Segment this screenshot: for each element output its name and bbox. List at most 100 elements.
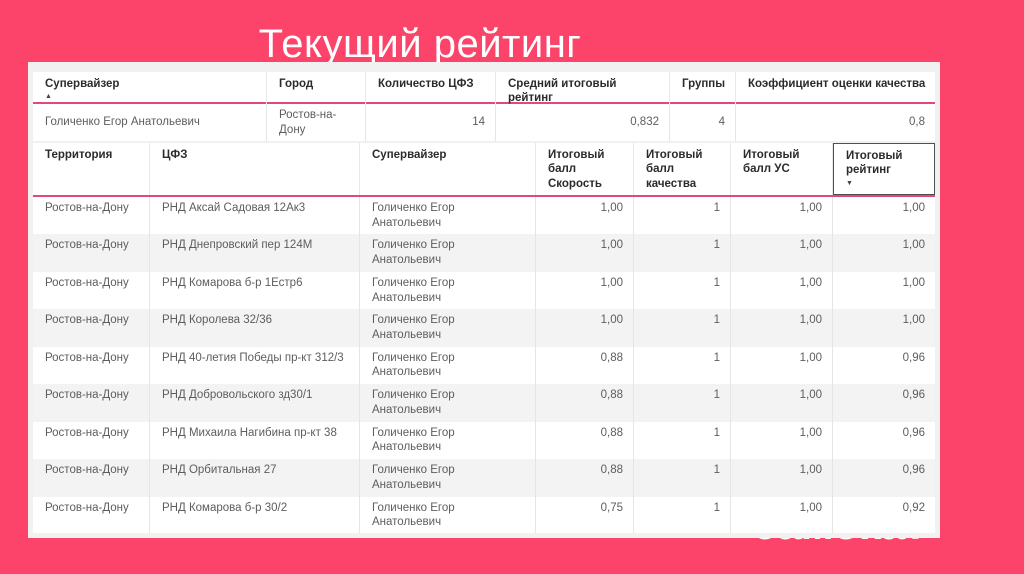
column-header-city[interactable]: Город xyxy=(267,72,366,109)
cell-supervisor: Голиченко Егор Анатольевич xyxy=(360,384,536,422)
column-header-quality_coeff[interactable]: Коэффициент оценки качества xyxy=(736,72,935,109)
cell-score_quality: 1 xyxy=(634,309,731,347)
table-row[interactable]: Ростов-на-Дону РНД Комарова б-р 30/2 Голич… xyxy=(33,496,935,533)
column-header-label: Итоговый балл качества xyxy=(646,149,703,190)
table-row[interactable]: Ростов-на-Дону РНД Михаила Нагибина пр-кт… xyxy=(33,421,935,460)
column-header-cfz[interactable]: ЦФЗ xyxy=(150,143,360,195)
cell-territory: Ростов-на-Дону xyxy=(33,197,150,235)
report-panel: Супервайзер ▲ Город Количество ЦФЗ Средний и… xyxy=(28,62,940,538)
cell-total_rating: 1,00 xyxy=(902,276,925,289)
cell-cfz: РНД Орбитальная 27 xyxy=(150,459,360,497)
table-row[interactable]: Ростов-на-Дону РНД Комарова б-р 1Естр6 Гол… xyxy=(33,271,935,310)
column-header-label: Супервайзер xyxy=(45,78,120,90)
table-row[interactable]: Ростов-на-Дону РНД Днепровский пер 124М Го… xyxy=(33,234,935,272)
cell-territory: Ростов-на-Дону xyxy=(33,496,150,533)
column-header-label: Город xyxy=(279,78,314,90)
cell-score_quality: 1 xyxy=(634,496,731,533)
cell-score_speed: 0,88 xyxy=(536,384,634,422)
cell-city: Ростов-на-Дону xyxy=(267,104,366,142)
cell-score_quality: 1 xyxy=(634,459,731,497)
cell-supervisor: Голиченко Егор Анатольевич xyxy=(360,459,536,497)
cell-score_quality: 1 xyxy=(634,421,731,460)
column-header-supervisor[interactable]: Супервайзер ▲ xyxy=(33,72,267,109)
table-row[interactable]: Ростов-на-Дону РНД 40-летия Победы пр-кт … xyxy=(33,346,935,385)
cell-score_speed: 0,88 xyxy=(536,459,634,497)
cell-avg_total_rating: 0,832 xyxy=(496,104,670,142)
table-row[interactable]: Ростов-на-Дону РНД Королева 32/36 Голиченк… xyxy=(33,309,935,347)
column-header-total_rating[interactable]: Итоговый рейтинг ▼ xyxy=(833,143,935,195)
cell-territory: Ростов-на-Дону xyxy=(33,346,150,385)
cell-total_rating: 1,00 xyxy=(902,202,925,214)
cell-territory: Ростов-на-Дону xyxy=(33,234,150,272)
cell-supervisor: Голиченко Егор Анатольевич xyxy=(33,104,267,142)
cell-cfz: РНД Днепровский пер 124М xyxy=(150,234,360,272)
cell-cfz: РНД Михаила Нагибина пр-кт 38 xyxy=(150,421,360,460)
summary-table-body: Голиченко Егор Анатольевич Ростов-на-Дону… xyxy=(33,104,935,142)
cell-territory: Ростов-на-Дону xyxy=(33,384,150,422)
page-title: Текущий рейтинг xyxy=(258,22,582,66)
detail-table-header: Территория ЦФЗ Супервайзер Итоговый балл Ск… xyxy=(33,143,935,197)
column-header-label: Итоговый балл УС xyxy=(743,149,800,176)
cell-score_quality: 1 xyxy=(634,197,731,235)
cell-score_us: 1,00 xyxy=(731,309,833,347)
cell-total_rating: 0,92 xyxy=(902,501,925,514)
cell-territory: Ростов-на-Дону xyxy=(33,421,150,460)
cell-supervisor: Голиченко Егор Анатольевич xyxy=(360,346,536,385)
cell-supervisor: Голиченко Егор Анатольевич xyxy=(360,421,536,460)
cell-score_quality: 1 xyxy=(634,234,731,272)
column-header-score_quality[interactable]: Итоговый балл качества xyxy=(634,143,731,195)
cell-total_rating: 1,00 xyxy=(902,314,925,327)
cell-total_rating: 0,96 xyxy=(902,426,925,439)
cell-total_rating: 0,96 xyxy=(902,464,925,477)
cell-territory: Ростов-на-Дону xyxy=(33,309,150,347)
cell-groups: 4 xyxy=(670,104,736,142)
column-header-label: Средний итоговый рейтинг xyxy=(508,78,617,105)
column-header-groups[interactable]: Группы xyxy=(670,72,736,109)
table-row[interactable]: Ростов-на-Дону РНД Аксай Садовая 12Ак3 Гол… xyxy=(33,197,935,235)
table-row[interactable]: Ростов-на-Дону РНД Добровольского зд30/1 Г… xyxy=(33,384,935,422)
cell-score_quality: 1 xyxy=(634,346,731,385)
cell-territory: Ростов-на-Дону xyxy=(33,459,150,497)
cell-score_quality: 1 xyxy=(634,271,731,310)
cell-total_rating: 0,96 xyxy=(902,351,925,364)
cell-cfz: РНД Королева 32/36 xyxy=(150,309,360,347)
table-row[interactable]: Ростов-на-Дону РНД Орбитальная 27 Голиченк… xyxy=(33,459,935,497)
column-header-label: Супервайзер xyxy=(372,149,447,161)
detail-table: Территория ЦФЗ Супервайзер Итоговый балл Ск… xyxy=(33,143,935,533)
column-header-label: Итоговый рейтинг xyxy=(846,150,903,177)
cell-cfz: РНД Аксай Садовая 12Ак3 xyxy=(150,197,360,235)
cell-score_speed: 0,88 xyxy=(536,346,634,385)
header-row: Супервайзер ▲ Город Количество ЦФЗ Средний и… xyxy=(33,72,935,109)
cell-quality_coeff: 0,8 xyxy=(909,116,925,129)
cell-score_us: 1,00 xyxy=(731,459,833,497)
table-row[interactable]: Голиченко Егор Анатольевич Ростов-на-Дону… xyxy=(33,104,935,142)
cell-supervisor: Голиченко Егор Анатольевич xyxy=(360,234,536,272)
cell-score_speed: 0,88 xyxy=(536,421,634,460)
column-header-score_speed[interactable]: Итоговый балл Скорость xyxy=(536,143,634,195)
cell-cfz: РНД 40-летия Победы пр-кт 312/3 xyxy=(150,346,360,385)
cell-score_speed: 0,75 xyxy=(536,496,634,533)
sort-asc-icon: ▲ xyxy=(45,93,52,101)
summary-table: Супервайзер ▲ Город Количество ЦФЗ Средний и… xyxy=(33,72,935,142)
summary-table-header: Супервайзер ▲ Город Количество ЦФЗ Средний и… xyxy=(33,72,935,109)
column-header-label: Количество ЦФЗ xyxy=(378,78,474,90)
cell-total_rating: 1,00 xyxy=(902,239,925,252)
cell-supervisor: Голиченко Егор Анатольевич xyxy=(360,197,536,235)
cell-score_us: 1,00 xyxy=(731,234,833,272)
cell-score_quality: 1 xyxy=(634,384,731,422)
column-header-avg_total_rating[interactable]: Средний итоговый рейтинг xyxy=(496,72,670,109)
cell-score_speed: 1,00 xyxy=(536,234,634,272)
cell-cfz: РНД Комарова б-р 1Естр6 xyxy=(150,271,360,310)
cell-score_us: 1,00 xyxy=(731,384,833,422)
column-header-label: ЦФЗ xyxy=(162,149,188,161)
cell-cfz: РНД Добровольского зд30/1 xyxy=(150,384,360,422)
column-header-label: Территория xyxy=(45,149,113,161)
sort-desc-icon: ▼ xyxy=(846,179,853,187)
column-header-score_us[interactable]: Итоговый балл УС xyxy=(731,143,833,195)
column-header-supervisor[interactable]: Супервайзер xyxy=(360,143,536,195)
column-header-cfz_count[interactable]: Количество ЦФЗ xyxy=(366,72,496,109)
cell-territory: Ростов-на-Дону xyxy=(33,271,150,310)
cell-score_us: 1,00 xyxy=(731,197,833,235)
column-header-label: Коэффициент оценки качества xyxy=(748,78,926,90)
column-header-territory[interactable]: Территория xyxy=(33,143,150,195)
